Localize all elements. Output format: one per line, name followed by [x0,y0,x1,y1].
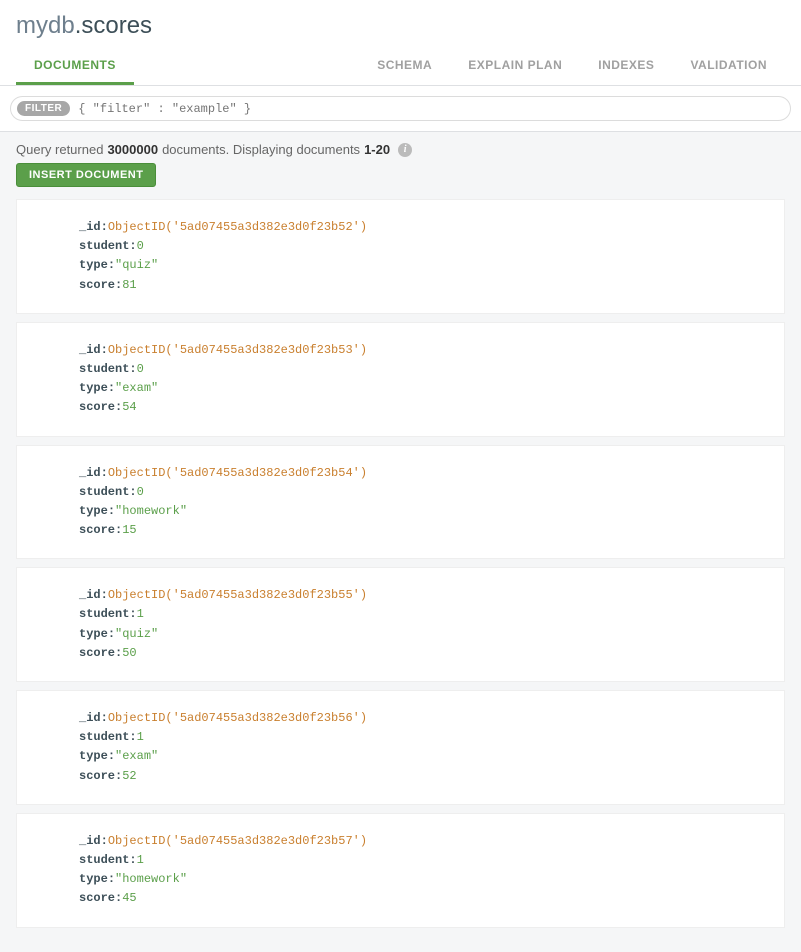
result-summary: Query returned 3000000 documents. Displa… [0,132,801,163]
field-value: "exam" [115,381,158,395]
field-value: 0 [137,362,144,376]
field-value: 0 [137,485,144,499]
field-score: score:52 [79,767,764,786]
field-key: score [79,400,115,414]
field-key: student [79,485,129,499]
field-key: _id [79,711,101,725]
documents-list: _id:ObjectID('5ad07455a3d382e3d0f23b52')… [0,199,801,952]
document-card[interactable]: _id:ObjectID('5ad07455a3d382e3d0f23b54')… [16,445,785,560]
field-student: student:0 [79,360,764,379]
field-key: _id [79,466,101,480]
field-key: score [79,278,115,292]
field-key: score [79,523,115,537]
field-key: student [79,853,129,867]
result-prefix: Query returned [16,142,103,157]
field-value: 81 [122,278,136,292]
field-_id: _id:ObjectID('5ad07455a3d382e3d0f23b53') [79,341,764,360]
field-key: student [79,607,129,621]
document-card[interactable]: _id:ObjectID('5ad07455a3d382e3d0f23b55')… [16,567,785,682]
field-value: 50 [122,646,136,660]
field-value: 1 [137,730,144,744]
field-value: ObjectID('5ad07455a3d382e3d0f23b56') [108,711,367,725]
field-score: score:15 [79,521,764,540]
field-value: ObjectID('5ad07455a3d382e3d0f23b55') [108,588,367,602]
field-_id: _id:ObjectID('5ad07455a3d382e3d0f23b57') [79,832,764,851]
field-student: student:1 [79,728,764,747]
filter-input[interactable] [78,102,784,116]
field-key: student [79,730,129,744]
field-key: student [79,239,129,253]
field-type: type:"quiz" [79,256,764,275]
field-value: 54 [122,400,136,414]
field-score: score:81 [79,276,764,295]
field-value: 15 [122,523,136,537]
field-value: 45 [122,891,136,905]
result-range: 1-20 [364,142,390,157]
field-type: type:"exam" [79,747,764,766]
field-_id: _id:ObjectID('5ad07455a3d382e3d0f23b54') [79,464,764,483]
tab-explain-plan[interactable]: EXPLAIN PLAN [450,48,580,85]
namespace-title: mydb.scores [16,12,785,40]
field-key: _id [79,588,101,602]
field-_id: _id:ObjectID('5ad07455a3d382e3d0f23b52') [79,218,764,237]
filter-badge: FILTER [17,101,70,116]
field-value: "homework" [115,504,187,518]
field-value: ObjectID('5ad07455a3d382e3d0f23b54') [108,466,367,480]
tabs-bar: DOCUMENTS SCHEMAEXPLAIN PLANINDEXESVALIDA… [0,48,801,86]
field-value: "homework" [115,872,187,886]
document-card[interactable]: _id:ObjectID('5ad07455a3d382e3d0f23b52')… [16,199,785,314]
field-student: student:0 [79,237,764,256]
db-name: mydb [16,12,75,39]
field-type: type:"homework" [79,502,764,521]
field-_id: _id:ObjectID('5ad07455a3d382e3d0f23b56') [79,709,764,728]
field-value: 52 [122,769,136,783]
field-value: 0 [137,239,144,253]
field-key: _id [79,834,101,848]
field-type: type:"exam" [79,379,764,398]
field-key: type [79,258,108,272]
field-key: score [79,646,115,660]
field-value: "exam" [115,749,158,763]
result-mid: documents. Displaying documents [162,142,360,157]
document-card[interactable]: _id:ObjectID('5ad07455a3d382e3d0f23b53')… [16,322,785,437]
field-student: student:1 [79,605,764,624]
tab-documents[interactable]: DOCUMENTS [16,48,134,85]
result-count: 3000000 [107,142,158,157]
document-card[interactable]: _id:ObjectID('5ad07455a3d382e3d0f23b56')… [16,690,785,805]
field-score: score:45 [79,889,764,908]
field-key: type [79,627,108,641]
field-value: ObjectID('5ad07455a3d382e3d0f23b53') [108,343,367,357]
field-score: score:54 [79,398,764,417]
field-student: student:0 [79,483,764,502]
field-value: "quiz" [115,258,158,272]
field-value: 1 [137,607,144,621]
tab-schema[interactable]: SCHEMA [359,48,450,85]
field-key: type [79,872,108,886]
filter-bar: FILTER [0,86,801,132]
field-value: 1 [137,853,144,867]
field-type: type:"quiz" [79,625,764,644]
field-key: type [79,504,108,518]
insert-document-button[interactable]: INSERT DOCUMENT [16,163,156,187]
field-key: score [79,769,115,783]
field-value: "quiz" [115,627,158,641]
field-key: type [79,749,108,763]
field-score: score:50 [79,644,764,663]
field-_id: _id:ObjectID('5ad07455a3d382e3d0f23b55') [79,586,764,605]
field-value: ObjectID('5ad07455a3d382e3d0f23b52') [108,220,367,234]
field-key: type [79,381,108,395]
field-student: student:1 [79,851,764,870]
filter-input-wrap[interactable]: FILTER [10,96,791,121]
document-card[interactable]: _id:ObjectID('5ad07455a3d382e3d0f23b57')… [16,813,785,928]
field-key: _id [79,220,101,234]
field-key: _id [79,343,101,357]
collection-name: .scores [75,12,152,39]
field-key: student [79,362,129,376]
field-key: score [79,891,115,905]
tab-indexes[interactable]: INDEXES [580,48,672,85]
tab-validation[interactable]: VALIDATION [672,48,785,85]
field-type: type:"homework" [79,870,764,889]
field-value: ObjectID('5ad07455a3d382e3d0f23b57') [108,834,367,848]
info-icon[interactable]: i [398,143,412,157]
